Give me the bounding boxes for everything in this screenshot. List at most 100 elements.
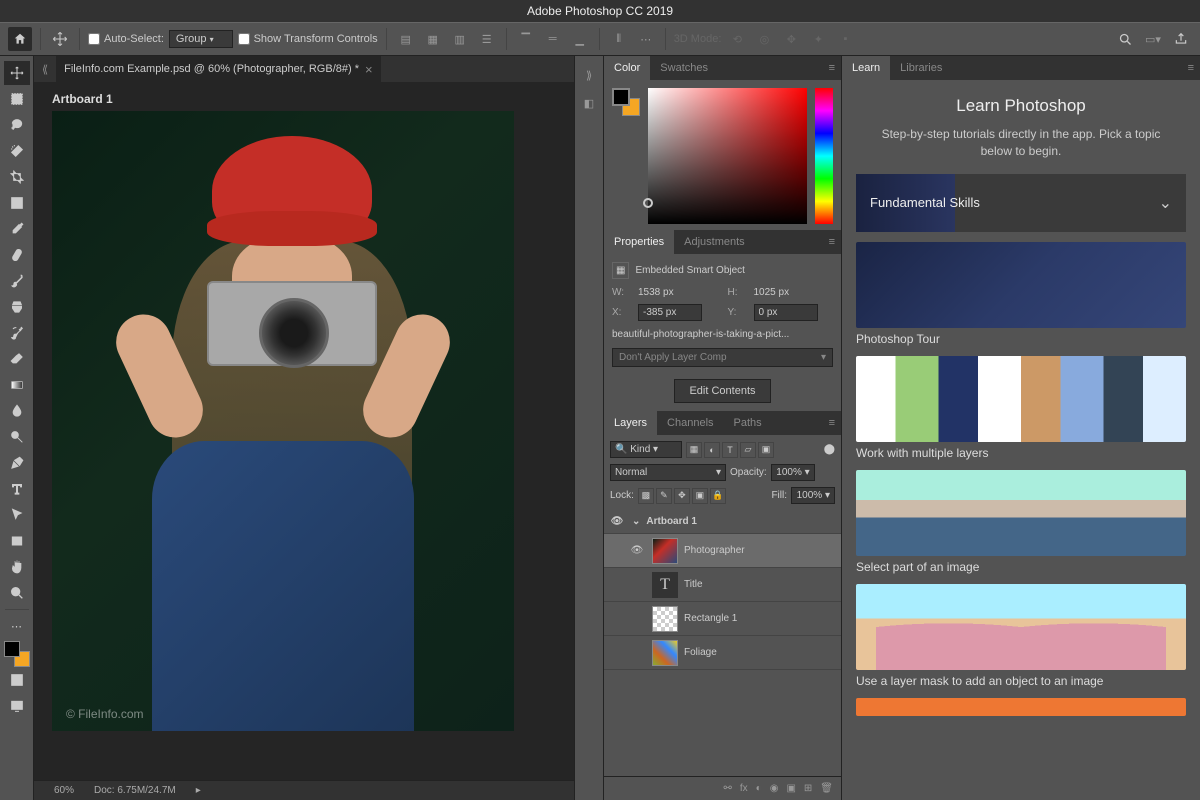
lock-pixels-icon[interactable]: ✎ — [656, 488, 672, 504]
type-tool[interactable] — [4, 477, 30, 501]
layer-thumb[interactable] — [652, 538, 678, 564]
history-panel-icon[interactable]: ◧ — [578, 92, 600, 114]
panel-menu-icon[interactable]: ≡ — [823, 56, 841, 80]
fill-input[interactable]: 100% ▾ — [791, 487, 835, 504]
blur-tool[interactable] — [4, 399, 30, 423]
tab-swatches[interactable]: Swatches — [650, 56, 718, 80]
rectangle-tool[interactable] — [4, 529, 30, 553]
learn-card-next[interactable] — [856, 698, 1186, 716]
learn-card-layers[interactable]: Work with multiple layers — [856, 356, 1186, 460]
lock-transparent-icon[interactable]: ▩ — [638, 488, 654, 504]
frame-tool[interactable] — [4, 191, 30, 215]
visibility-icon[interactable]: 👁 — [628, 545, 646, 556]
align-right-icon[interactable]: ▥ — [449, 28, 471, 50]
auto-select-checkbox[interactable]: Auto-Select: — [88, 33, 164, 45]
strip-expand-icon[interactable]: ⟫ — [578, 64, 600, 86]
visibility-icon[interactable]: 👁 — [608, 516, 626, 527]
x-input[interactable] — [638, 304, 702, 321]
tab-properties[interactable]: Properties — [604, 230, 674, 254]
status-menu-icon[interactable]: ▸ — [196, 785, 201, 796]
filter-smart-icon[interactable]: ▣ — [758, 442, 774, 458]
artboard-label[interactable]: Artboard 1 — [52, 92, 556, 106]
pen-tool[interactable] — [4, 451, 30, 475]
opacity-input[interactable]: 100% ▾ — [771, 464, 815, 481]
layer-foliage[interactable]: Foliage — [604, 636, 841, 670]
workspace-icon[interactable]: ▭▾ — [1142, 28, 1164, 50]
tab-paths[interactable]: Paths — [724, 411, 772, 435]
lock-artboard-icon[interactable]: ▣ — [692, 488, 708, 504]
layer-thumb[interactable] — [652, 606, 678, 632]
distribute-h-icon[interactable]: ☰ — [476, 28, 498, 50]
layer-comp-dropdown[interactable]: Don't Apply Layer Comp▾ — [612, 348, 833, 367]
screen-mode-tool[interactable] — [4, 694, 30, 718]
filter-pixel-icon[interactable]: ▦ — [686, 442, 702, 458]
lock-position-icon[interactable]: ✥ — [674, 488, 690, 504]
magic-wand-tool[interactable] — [4, 139, 30, 163]
gradient-tool[interactable] — [4, 373, 30, 397]
blend-mode-dropdown[interactable]: Normal ▾ — [610, 464, 726, 481]
color-field[interactable] — [648, 88, 807, 224]
layer-style-icon[interactable]: fx — [740, 783, 748, 794]
align-left-icon[interactable]: ▤ — [395, 28, 417, 50]
zoom-level[interactable]: 60% — [54, 785, 74, 796]
layer-rectangle[interactable]: Rectangle 1 — [604, 602, 841, 636]
close-tab-icon[interactable]: × — [365, 62, 373, 77]
layer-filter-dropdown[interactable]: 🔍 Kind ▾ — [610, 441, 682, 458]
color-swatch-tool[interactable] — [4, 641, 30, 667]
eyedropper-tool[interactable] — [4, 217, 30, 241]
layer-photographer[interactable]: 👁 Photographer — [604, 534, 841, 568]
layer-title[interactable]: T Title — [604, 568, 841, 602]
more-align-icon[interactable]: ⋯ — [635, 28, 657, 50]
doc-size[interactable]: Doc: 6.75M/24.7M — [94, 785, 176, 796]
dodge-tool[interactable] — [4, 425, 30, 449]
filter-toggle[interactable]: ⬤ — [824, 444, 835, 455]
new-layer-icon[interactable]: ⊞ — [804, 783, 812, 794]
hand-tool[interactable] — [4, 555, 30, 579]
document-tab[interactable]: FileInfo.com Example.psd @ 60% (Photogra… — [56, 56, 380, 82]
auto-select-dropdown[interactable]: Group ▾ — [169, 30, 233, 48]
home-button[interactable] — [8, 27, 32, 51]
hue-slider[interactable] — [815, 88, 833, 224]
panel-menu-icon[interactable]: ≡ — [1182, 56, 1200, 80]
filter-shape-icon[interactable]: ▱ — [740, 442, 756, 458]
tab-channels[interactable]: Channels — [657, 411, 723, 435]
move-tool[interactable] — [4, 61, 30, 85]
link-layers-icon[interactable]: ⚯ — [724, 783, 732, 794]
edit-toolbar-icon[interactable]: ⋯ — [4, 614, 30, 638]
quick-mask-tool[interactable] — [4, 668, 30, 692]
edit-contents-button[interactable]: Edit Contents — [674, 379, 770, 403]
canvas[interactable]: © FileInfo.com — [52, 111, 514, 731]
healing-brush-tool[interactable] — [4, 243, 30, 267]
align-top-icon[interactable]: ▔ — [515, 28, 537, 50]
tab-libraries[interactable]: Libraries — [890, 56, 952, 80]
y-input[interactable] — [754, 304, 818, 321]
align-bottom-icon[interactable]: ▁ — [569, 28, 591, 50]
tab-learn[interactable]: Learn — [842, 56, 890, 80]
marquee-tool[interactable] — [4, 87, 30, 111]
history-brush-tool[interactable] — [4, 321, 30, 345]
tab-layers[interactable]: Layers — [604, 411, 657, 435]
fg-swatch[interactable] — [4, 641, 20, 657]
tab-arrows-icon[interactable]: ⟪ — [34, 63, 56, 76]
eraser-tool[interactable] — [4, 347, 30, 371]
clone-stamp-tool[interactable] — [4, 295, 30, 319]
tab-color[interactable]: Color — [604, 56, 650, 80]
brush-tool[interactable] — [4, 269, 30, 293]
collapse-icon[interactable]: ⌄ — [632, 516, 640, 527]
show-transform-checkbox[interactable]: Show Transform Controls — [238, 33, 378, 45]
align-center-v-icon[interactable]: ═ — [542, 28, 564, 50]
path-selection-tool[interactable] — [4, 503, 30, 527]
align-center-h-icon[interactable]: ▦ — [422, 28, 444, 50]
panel-menu-icon[interactable]: ≡ — [823, 230, 841, 254]
panel-menu-icon[interactable]: ≡ — [823, 411, 841, 435]
learn-card-mask[interactable]: Use a layer mask to add an object to an … — [856, 584, 1186, 688]
layer-artboard[interactable]: 👁 ⌄ Artboard 1 — [604, 510, 841, 534]
color-swatches[interactable] — [612, 88, 640, 116]
new-group-icon[interactable]: ▣ — [786, 783, 795, 794]
layer-thumb[interactable]: T — [652, 572, 678, 598]
layer-thumb[interactable] — [652, 640, 678, 666]
learn-hero[interactable]: Fundamental Skills ⌄ — [856, 174, 1186, 232]
lasso-tool[interactable] — [4, 113, 30, 137]
new-fill-icon[interactable]: ◉ — [770, 783, 779, 794]
tab-adjustments[interactable]: Adjustments — [674, 230, 755, 254]
